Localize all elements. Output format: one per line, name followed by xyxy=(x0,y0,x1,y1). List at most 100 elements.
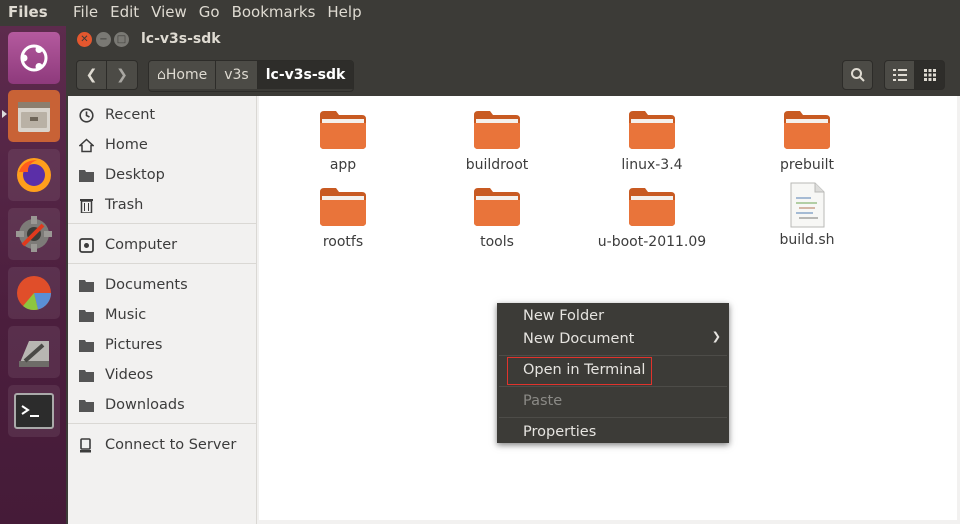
running-indicator xyxy=(2,110,7,118)
minimize-button[interactable]: − xyxy=(96,32,111,47)
system-settings-icon[interactable] xyxy=(8,208,60,260)
menu-item-open-in-terminal[interactable]: Open in Terminal xyxy=(523,359,645,381)
folder-icon xyxy=(78,397,94,413)
list-icon xyxy=(892,69,907,81)
sidebar-item-videos[interactable]: Videos xyxy=(68,360,256,390)
menu-separator xyxy=(499,355,727,356)
context-menu: New Folder New Document ❯ Open in Termin… xyxy=(497,303,729,443)
file-name: prebuilt xyxy=(780,157,834,173)
app-name: Files xyxy=(8,3,48,21)
file-item[interactable]: prebuilt xyxy=(737,111,877,173)
sidebar-item-pictures[interactable]: Pictures xyxy=(68,330,256,360)
file-name: linux-3.4 xyxy=(621,157,683,173)
file-item[interactable]: rootfs xyxy=(273,188,413,250)
sidebar-item-label: Documents xyxy=(105,277,188,293)
folder-icon xyxy=(78,367,94,383)
menu-item-paste: Paste xyxy=(523,393,563,409)
sidebar-item-downloads[interactable]: Downloads xyxy=(68,390,256,420)
search-button[interactable] xyxy=(842,60,873,90)
terminal-icon[interactable] xyxy=(8,385,60,437)
sidebar-item-recent[interactable]: Recent xyxy=(68,100,256,130)
back-button[interactable]: ❮ xyxy=(76,60,107,90)
file-name: rootfs xyxy=(322,234,364,250)
menu-help[interactable]: Help xyxy=(327,3,361,21)
folder-icon xyxy=(629,111,675,149)
folder-icon xyxy=(320,111,366,149)
chevron-right-icon: ❯ xyxy=(711,330,721,343)
maximize-button[interactable]: □ xyxy=(114,32,129,47)
breadcrumb-current[interactable]: lc-v3s-sdk xyxy=(257,61,354,89)
sidebar-divider xyxy=(68,423,256,424)
toolbar: ❮ ❯ ⌂Home v3s lc-v3s-sdk xyxy=(68,54,960,96)
sidebar-item-label: Videos xyxy=(105,367,154,383)
list-view-button[interactable] xyxy=(884,60,915,90)
sidebar-item-connect-to-server[interactable]: Connect to Server xyxy=(68,430,256,460)
file-item[interactable]: buildroot xyxy=(427,111,567,173)
folder-icon xyxy=(78,337,94,353)
top-menu-bar: Files File Edit View Go Bookmarks Help xyxy=(0,0,960,26)
title-bar: ✕ − □ lc-v3s-sdk xyxy=(68,26,960,54)
file-item[interactable]: app xyxy=(273,111,413,173)
launcher xyxy=(0,26,66,524)
disk-usage-icon[interactable] xyxy=(8,267,60,319)
firefox-icon[interactable] xyxy=(8,149,60,201)
folder-icon xyxy=(78,167,94,183)
sidebar-item-computer[interactable]: Computer xyxy=(68,230,256,260)
clock-icon xyxy=(78,107,94,123)
breadcrumb-home-label: Home xyxy=(165,67,208,83)
files-window: ✕ − □ lc-v3s-sdk ❮ ❯ ⌂Home v3s lc-v3s-sd… xyxy=(68,26,960,524)
forward-button[interactable]: ❯ xyxy=(106,60,138,90)
grid-view-button[interactable] xyxy=(914,60,945,90)
sidebar-item-label: Desktop xyxy=(105,167,165,183)
file-item[interactable]: u-boot-2011.09 xyxy=(582,188,722,250)
files-icon[interactable] xyxy=(8,90,60,142)
menu-bookmarks[interactable]: Bookmarks xyxy=(232,3,316,21)
trash-icon xyxy=(78,197,94,213)
file-item[interactable]: tools xyxy=(427,188,567,250)
menu-item-new-document[interactable]: New Document xyxy=(523,328,634,350)
utilities-icon[interactable] xyxy=(8,326,60,378)
file-item[interactable]: linux-3.4 xyxy=(582,111,722,173)
folder-icon xyxy=(78,277,94,293)
menu-edit[interactable]: Edit xyxy=(110,3,139,21)
folder-icon xyxy=(474,188,520,226)
breadcrumb: ⌂Home v3s lc-v3s-sdk xyxy=(148,60,355,92)
menu-item-properties[interactable]: Properties xyxy=(523,421,596,443)
sidebar-item-documents[interactable]: Documents xyxy=(68,270,256,300)
sidebar-item-label: Pictures xyxy=(105,337,163,353)
close-button[interactable]: ✕ xyxy=(77,32,92,47)
sidebar-divider xyxy=(68,263,256,264)
sidebar-item-home[interactable]: Home xyxy=(68,130,256,160)
server-icon xyxy=(78,437,94,453)
sidebar: Recent Home Desktop Trash Computer Docum… xyxy=(68,96,257,524)
home-icon: ⌂ xyxy=(157,67,166,83)
folder-icon xyxy=(629,188,675,226)
file-name: tools xyxy=(480,234,514,250)
sidebar-item-music[interactable]: Music xyxy=(68,300,256,330)
grid-icon xyxy=(923,69,936,81)
sidebar-item-label: Recent xyxy=(105,107,156,123)
menu-item-new-folder[interactable]: New Folder xyxy=(523,305,604,327)
folder-icon xyxy=(474,111,520,149)
menu-view[interactable]: View xyxy=(151,3,187,21)
sidebar-divider xyxy=(68,223,256,224)
sidebar-item-label: Home xyxy=(105,137,148,153)
menu-file[interactable]: File xyxy=(73,3,98,21)
file-item[interactable]: build.sh xyxy=(737,182,877,248)
file-name: build.sh xyxy=(779,232,835,248)
sidebar-item-trash[interactable]: Trash xyxy=(68,190,256,220)
breadcrumb-home[interactable]: ⌂Home xyxy=(149,61,217,89)
ubuntu-dash-icon[interactable] xyxy=(8,32,60,84)
menu-go[interactable]: Go xyxy=(199,3,220,21)
computer-icon xyxy=(78,237,94,253)
sidebar-item-desktop[interactable]: Desktop xyxy=(68,160,256,190)
sidebar-item-label: Music xyxy=(105,307,147,323)
sidebar-item-label: Computer xyxy=(105,237,178,253)
script-file-icon xyxy=(790,182,825,228)
menu-separator xyxy=(499,386,727,387)
breadcrumb-v3s[interactable]: v3s xyxy=(216,61,258,89)
chevron-right-icon: ❯ xyxy=(116,67,128,83)
folder-icon xyxy=(784,111,830,149)
chevron-left-icon: ❮ xyxy=(85,67,98,83)
sidebar-item-label: Trash xyxy=(105,197,144,213)
